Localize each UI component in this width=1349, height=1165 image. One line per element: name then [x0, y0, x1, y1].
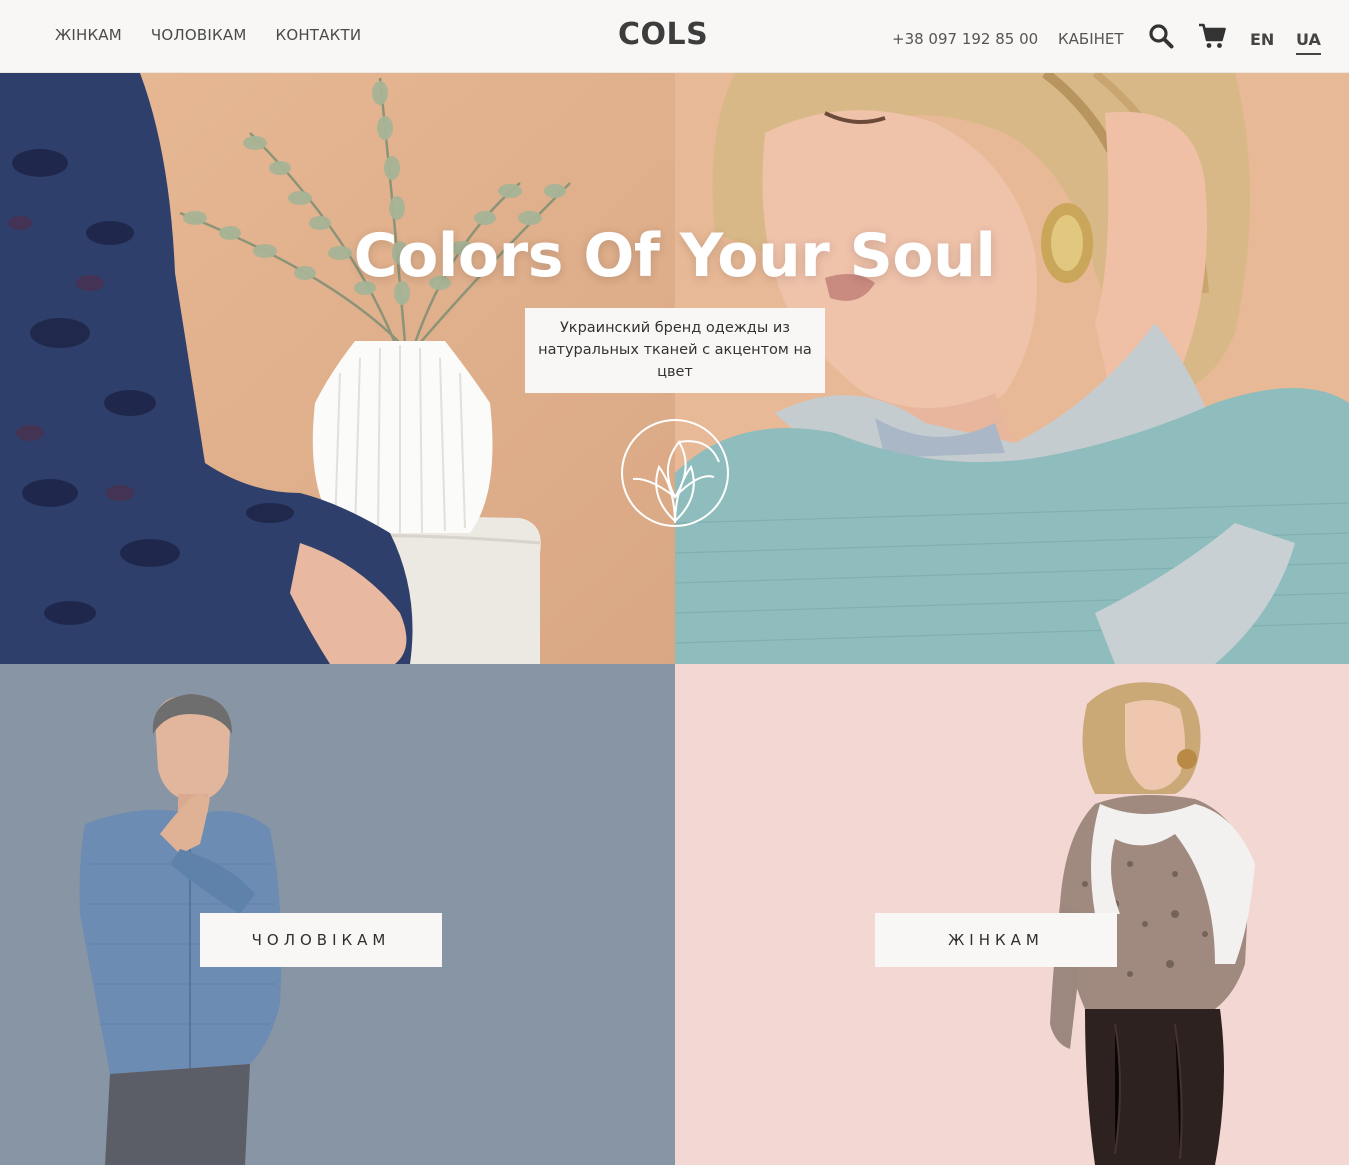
women-category-button[interactable]: ЖІНКАМ: [875, 913, 1117, 967]
site-header: ЖІНКАМ ЧОЛОВІКАМ КОНТАКТИ COLS +38 097 1…: [0, 0, 1349, 73]
language-ua[interactable]: UA: [1296, 30, 1321, 55]
flower-emblem-icon: [619, 417, 731, 529]
men-category-button[interactable]: ЧОЛОВІКАМ: [200, 913, 442, 967]
search-icon[interactable]: [1148, 23, 1174, 49]
cart-icon[interactable]: [1198, 23, 1226, 49]
phone-number[interactable]: +38 097 192 85 00: [892, 30, 1038, 48]
women-category-panel[interactable]: ЖІНКАМ: [675, 664, 1349, 1165]
hero-title: Colors Of Your Soul: [353, 221, 996, 291]
nav-men-link[interactable]: ЧОЛОВІКАМ: [151, 26, 247, 44]
cabinet-link[interactable]: КАБІНЕТ: [1058, 30, 1124, 48]
language-en[interactable]: EN: [1250, 30, 1274, 49]
nav-contacts-link[interactable]: КОНТАКТИ: [275, 26, 361, 44]
hero-tagline: Украинский бренд одежды из натуральных т…: [525, 308, 825, 393]
nav-women-link[interactable]: ЖІНКАМ: [55, 26, 122, 44]
brand-logo[interactable]: COLS: [618, 17, 708, 52]
men-category-panel[interactable]: ЧОЛОВІКАМ: [0, 664, 675, 1165]
hero-section: Colors Of Your Soul Украинский бренд оде…: [0, 73, 1349, 664]
main-nav: ЖІНКАМ ЧОЛОВІКАМ КОНТАКТИ: [55, 26, 390, 44]
